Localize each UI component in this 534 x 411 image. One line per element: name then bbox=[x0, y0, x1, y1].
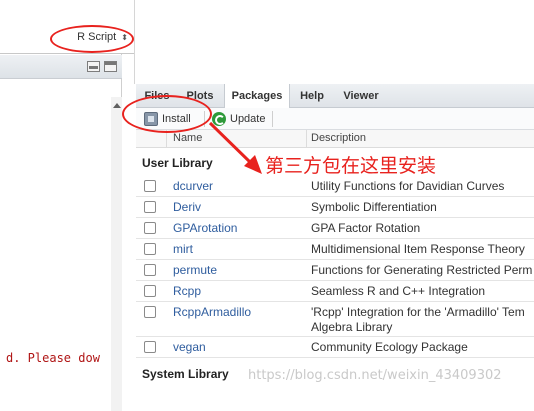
environment-pane-empty bbox=[134, 0, 534, 84]
table-row: Rcpp Seamless R and C++ Integration bbox=[136, 281, 534, 302]
tab-packages[interactable]: Packages bbox=[224, 84, 290, 109]
console-error-text: d. Please dow bbox=[6, 351, 100, 365]
package-name-link[interactable]: dcurver bbox=[173, 179, 213, 193]
package-name-link[interactable]: Rcpp bbox=[173, 284, 201, 298]
table-row: dcurver Utility Functions for Davidian C… bbox=[136, 176, 534, 197]
package-description: Symbolic Differentiation bbox=[311, 200, 437, 214]
tab-viewer[interactable]: Viewer bbox=[334, 84, 388, 108]
table-row: GPArotation GPA Factor Rotation bbox=[136, 218, 534, 239]
package-description: 'Rcpp' Integration for the 'Armadillo' T… bbox=[311, 305, 525, 334]
package-checkbox[interactable] bbox=[144, 306, 156, 318]
install-highlight-ellipse bbox=[122, 95, 212, 133]
package-name-link[interactable]: GPArotation bbox=[173, 221, 237, 235]
user-library-heading: User Library bbox=[142, 156, 213, 170]
tab-help[interactable]: Help bbox=[292, 84, 332, 108]
vertical-scrollbar[interactable] bbox=[111, 97, 122, 411]
table-row: vegan Community Ecology Package bbox=[136, 337, 534, 358]
package-checkbox[interactable] bbox=[144, 341, 156, 353]
table-row: Deriv Symbolic Differentiation bbox=[136, 197, 534, 218]
package-description: Functions for Generating Restricted Perm bbox=[311, 263, 533, 277]
package-checkbox[interactable] bbox=[144, 264, 156, 276]
table-row: permute Functions for Generating Restric… bbox=[136, 260, 534, 281]
update-button[interactable]: Update bbox=[212, 111, 265, 127]
console-header bbox=[0, 55, 122, 79]
script-type-highlight-ellipse bbox=[50, 25, 134, 53]
package-description: Multidimensional Item Response Theory bbox=[311, 242, 525, 256]
package-description: Utility Functions for Davidian Curves bbox=[311, 179, 505, 193]
scroll-up-icon[interactable] bbox=[113, 103, 121, 108]
package-checkbox[interactable] bbox=[144, 285, 156, 297]
system-library-heading: System Library bbox=[142, 367, 229, 381]
package-description: GPA Factor Rotation bbox=[311, 221, 421, 235]
package-description: Community Ecology Package bbox=[311, 340, 468, 354]
package-checkbox[interactable] bbox=[144, 201, 156, 213]
package-name-link[interactable]: RcppArmadillo bbox=[173, 305, 251, 319]
package-name-link[interactable]: vegan bbox=[173, 340, 206, 354]
packages-table-header: Name Description bbox=[136, 130, 534, 148]
package-name-link[interactable]: permute bbox=[173, 263, 217, 277]
package-description: Seamless R and C++ Integration bbox=[311, 284, 486, 298]
package-name-link[interactable]: Deriv bbox=[173, 200, 201, 214]
package-checkbox[interactable] bbox=[144, 243, 156, 255]
table-row: RcppArmadillo 'Rcpp' Integration for the… bbox=[136, 302, 534, 337]
packages-pane: Files Plots Packages Help Viewer Install… bbox=[136, 84, 534, 411]
column-separator bbox=[306, 130, 307, 148]
user-package-list: dcurver Utility Functions for Davidian C… bbox=[136, 176, 534, 358]
package-checkbox[interactable] bbox=[144, 180, 156, 192]
annotation-text: 第三方包在这里安装 bbox=[265, 155, 437, 177]
column-description-header[interactable]: Description bbox=[311, 132, 366, 144]
maximize-icon[interactable] bbox=[104, 61, 117, 72]
update-refresh-icon bbox=[212, 112, 226, 127]
watermark-text: https://blog.csdn.net/weixin_43409302 bbox=[248, 368, 502, 383]
column-name-header[interactable]: Name bbox=[173, 132, 202, 144]
package-name-link[interactable]: mirt bbox=[173, 242, 193, 256]
minimize-icon[interactable] bbox=[87, 61, 100, 72]
package-checkbox[interactable] bbox=[144, 222, 156, 234]
table-row: mirt Multidimensional Item Response Theo… bbox=[136, 239, 534, 260]
update-label: Update bbox=[230, 113, 266, 125]
toolbar-separator bbox=[272, 111, 273, 127]
